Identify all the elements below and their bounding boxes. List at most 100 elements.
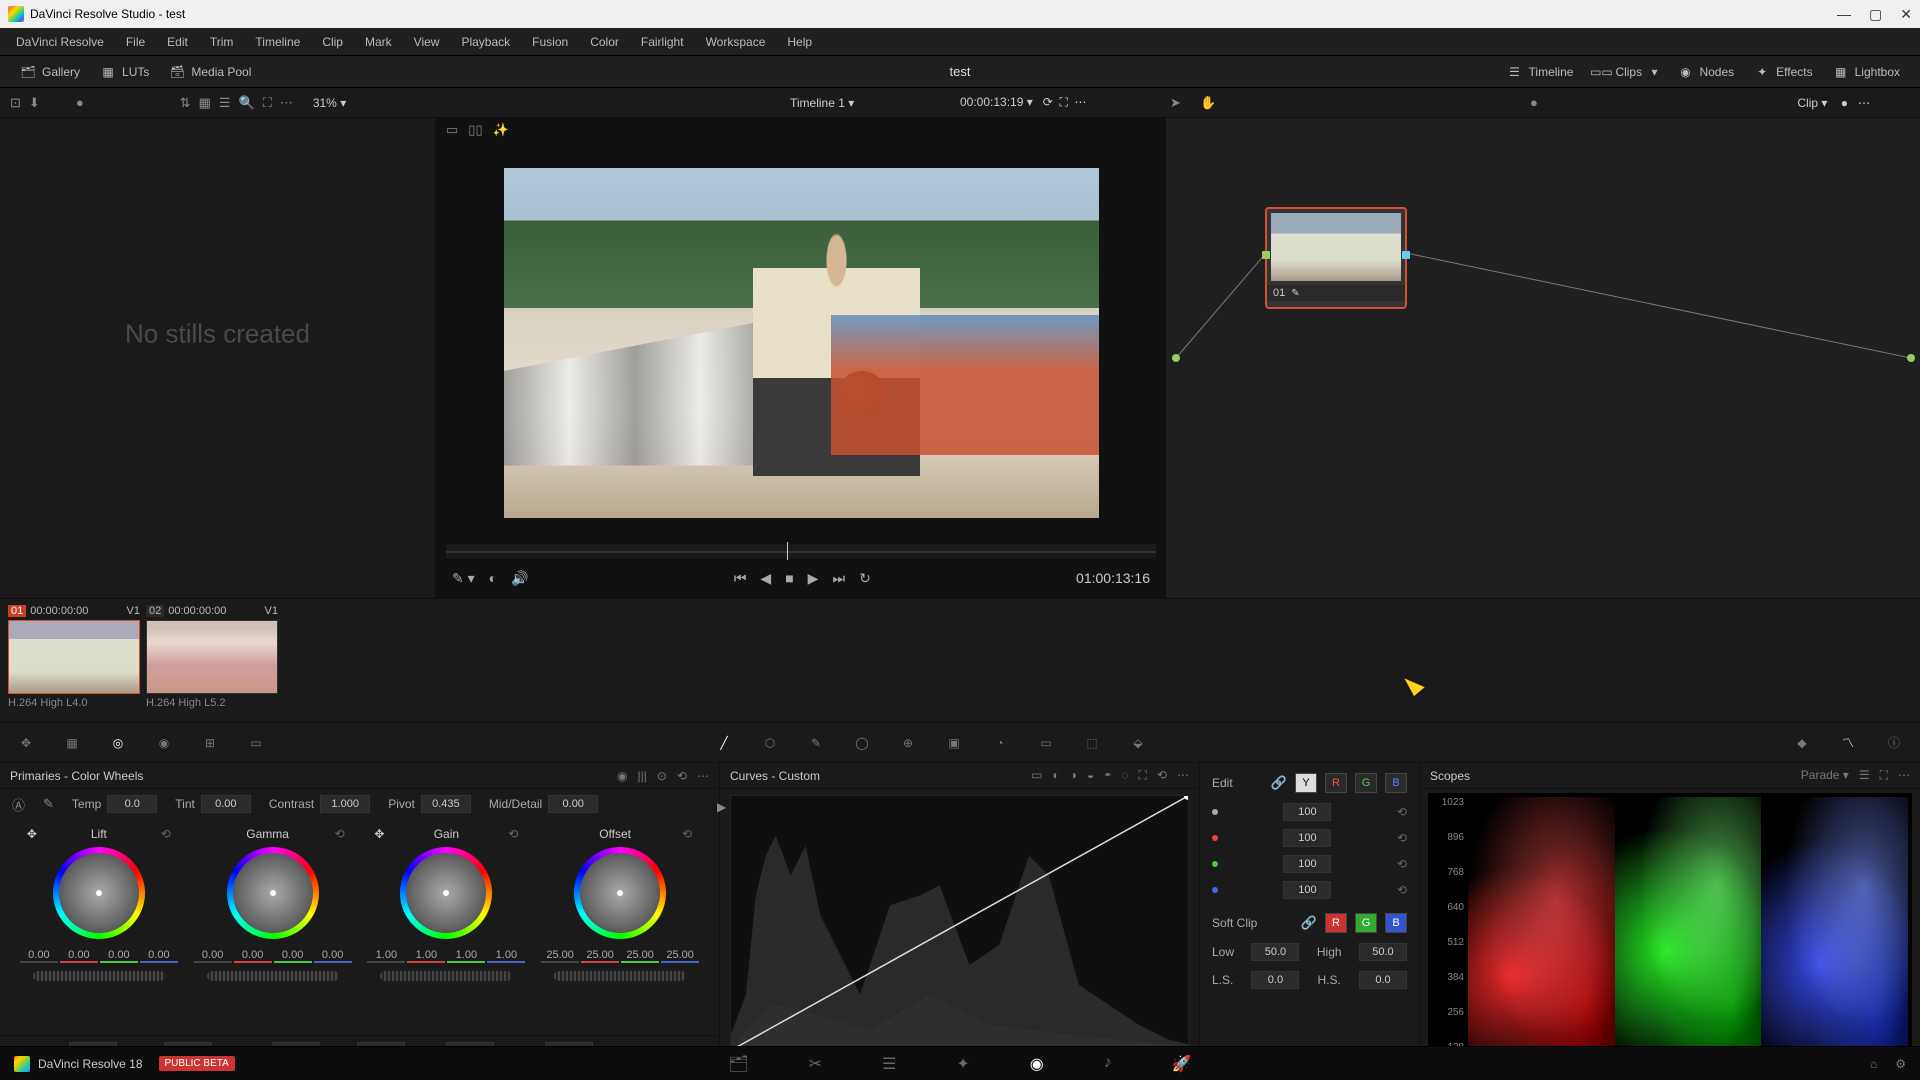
gain-reset-icon[interactable]: ⟲ (508, 827, 518, 841)
curve-editor[interactable]: ▶ (730, 795, 1189, 1055)
lift-jog[interactable] (33, 971, 165, 981)
reset-y-icon[interactable]: ⟲ (1397, 805, 1407, 819)
fusion-page-icon[interactable]: ✦ (956, 1054, 969, 1074)
gamma-wheel[interactable] (227, 847, 319, 939)
qualifier-icon[interactable]: ✎ (804, 731, 828, 755)
middetail-input[interactable] (548, 795, 598, 813)
hand-tool-icon[interactable]: ✋ (1200, 95, 1216, 111)
channel-r-button[interactable]: R (1325, 773, 1347, 793)
3d-icon[interactable]: ⬙ (1126, 731, 1150, 755)
curves-hvl-icon[interactable]: ◒ (1087, 768, 1094, 783)
menu-help[interactable]: Help (777, 31, 822, 53)
lightbox-toggle[interactable]: ▦Lightbox (1823, 61, 1910, 83)
unmix-icon[interactable]: ◐ (489, 570, 497, 586)
curves-icon[interactable]: ╱ (712, 731, 736, 755)
last-frame-button[interactable]: ⏭ (832, 570, 845, 587)
info-icon[interactable]: ⓘ (1882, 731, 1906, 755)
curves-lvs-icon[interactable]: ◓ (1104, 768, 1111, 783)
contrast-input[interactable] (320, 795, 370, 813)
primaries-icon[interactable]: ◎ (106, 731, 130, 755)
gang-icon[interactable]: 🔗 (1271, 775, 1287, 791)
grid-view-icon[interactable]: ▦ (199, 95, 211, 111)
blur-icon[interactable]: ◔ (988, 731, 1012, 755)
softclip-g-button[interactable]: G (1355, 913, 1377, 933)
curves-hvs-icon[interactable]: ◑ (1070, 768, 1077, 783)
clip-thumb-02[interactable]: 0200:00:00:00V1 H.264 High L5.2 (146, 605, 278, 716)
minimize-button[interactable]: — (1837, 6, 1851, 23)
scopes-mode-dropdown[interactable]: Parade ▾ (1801, 768, 1849, 783)
curves-more-icon[interactable]: ⋯ (1177, 768, 1189, 783)
gain-wheel[interactable] (400, 847, 492, 939)
dot-icon[interactable]: ● (76, 95, 84, 110)
close-button[interactable]: ✕ (1900, 6, 1912, 23)
stop-button[interactable]: ■ (785, 570, 793, 586)
color-match-icon[interactable]: ▦ (60, 731, 84, 755)
pivot-input[interactable] (421, 795, 471, 813)
viewer-canvas[interactable] (436, 142, 1166, 544)
deliver-page-icon[interactable]: 🚀 (1172, 1054, 1192, 1074)
media-pool-toggle[interactable]: 🗃Media Pool (159, 61, 261, 83)
intensity-r-input[interactable] (1283, 829, 1331, 847)
rgb-mixer-icon[interactable]: ⊞ (198, 731, 222, 755)
intensity-y-input[interactable] (1283, 803, 1331, 821)
curves-custom-icon[interactable]: ▭ (1031, 768, 1042, 783)
still-grab-icon[interactable]: ⊡ (10, 95, 21, 111)
viewer-timecode[interactable]: 01:00:13:16 (1076, 570, 1150, 586)
channel-b-button[interactable]: B (1385, 773, 1407, 793)
loop-button[interactable]: ↻ (859, 570, 871, 587)
maximize-button[interactable]: ▢ (1869, 6, 1882, 23)
magic-mask-icon[interactable]: ▣ (942, 731, 966, 755)
nodes-toggle[interactable]: ◉Nodes (1667, 61, 1744, 83)
intensity-g-input[interactable] (1283, 855, 1331, 873)
menu-fairlight[interactable]: Fairlight (631, 31, 694, 53)
channel-y-button[interactable]: Y (1295, 773, 1317, 793)
gain-jog[interactable] (380, 971, 512, 981)
color-page-icon[interactable]: ◉ (1030, 1054, 1044, 1074)
key-icon[interactable]: ▭ (1034, 731, 1058, 755)
menu-davinci[interactable]: DaVinci Resolve (6, 31, 114, 53)
fairlight-page-icon[interactable]: ♪ (1104, 1054, 1112, 1074)
reset-g-icon[interactable]: ⟲ (1397, 857, 1407, 871)
sort-icon[interactable]: ⇅ (180, 95, 191, 111)
header-timecode[interactable]: 00:00:13:19 ▾ ⟳ ⛶ ⋯ (960, 95, 1087, 110)
lift-reset-icon[interactable]: ⟲ (161, 827, 171, 841)
softclip-hs-input[interactable] (1359, 971, 1407, 989)
lift-wheel[interactable] (53, 847, 145, 939)
pointer-tool-icon[interactable]: ➤ (1170, 95, 1181, 111)
first-frame-button[interactable]: ⏮ (734, 570, 747, 587)
expand-icon[interactable]: ⛶ (263, 95, 272, 111)
more-icon[interactable]: ⋯ (280, 95, 295, 111)
play-button[interactable]: ▶ (808, 570, 819, 587)
menu-workspace[interactable]: Workspace (696, 31, 776, 53)
gain-balance-icon[interactable]: ✥ (374, 827, 384, 841)
menu-file[interactable]: File (116, 31, 155, 53)
scopes-expand-icon[interactable]: ⛶ (1880, 768, 1888, 783)
gallery-toggle[interactable]: 🗂Gallery (10, 61, 90, 83)
effects-toggle[interactable]: ✦Effects (1744, 61, 1822, 83)
timeline-name[interactable]: Timeline 1 ▾ (790, 96, 854, 110)
eyedropper-icon[interactable]: ✎ ▾ (452, 570, 475, 587)
edit-page-icon[interactable]: ☰ (882, 1054, 896, 1074)
home-icon[interactable]: ⌂ (1870, 1057, 1877, 1071)
color-warper-icon[interactable]: ⬡ (758, 731, 782, 755)
reset-b-icon[interactable]: ⟲ (1397, 883, 1407, 897)
gamma-jog[interactable] (207, 971, 339, 981)
hdr-wheels-icon[interactable]: ◉ (152, 731, 176, 755)
sizing-icon[interactable]: ⬚ (1080, 731, 1104, 755)
node-input-port[interactable] (1262, 251, 1270, 259)
softclip-low-input[interactable] (1251, 943, 1299, 961)
cut-page-icon[interactable]: ✂ (809, 1054, 822, 1074)
menu-fusion[interactable]: Fusion (522, 31, 578, 53)
menu-clip[interactable]: Clip (312, 31, 353, 53)
gamma-reset-icon[interactable]: ⟲ (335, 827, 345, 841)
softclip-gang-icon[interactable]: 🔗 (1301, 915, 1317, 931)
scopes-icon[interactable]: 〽 (1836, 731, 1860, 755)
highlight-icon[interactable]: ✨ (493, 122, 509, 138)
reset-r-icon[interactable]: ⟲ (1397, 831, 1407, 845)
mute-icon[interactable]: 🔊 (511, 570, 528, 587)
primaries-log-mode-icon[interactable]: ⊙ (657, 769, 667, 783)
softclip-high-input[interactable] (1359, 943, 1407, 961)
keyframes-icon[interactable]: ◆ (1790, 731, 1814, 755)
curves-hvh-icon[interactable]: ◐ (1052, 768, 1059, 783)
menu-edit[interactable]: Edit (157, 31, 198, 53)
